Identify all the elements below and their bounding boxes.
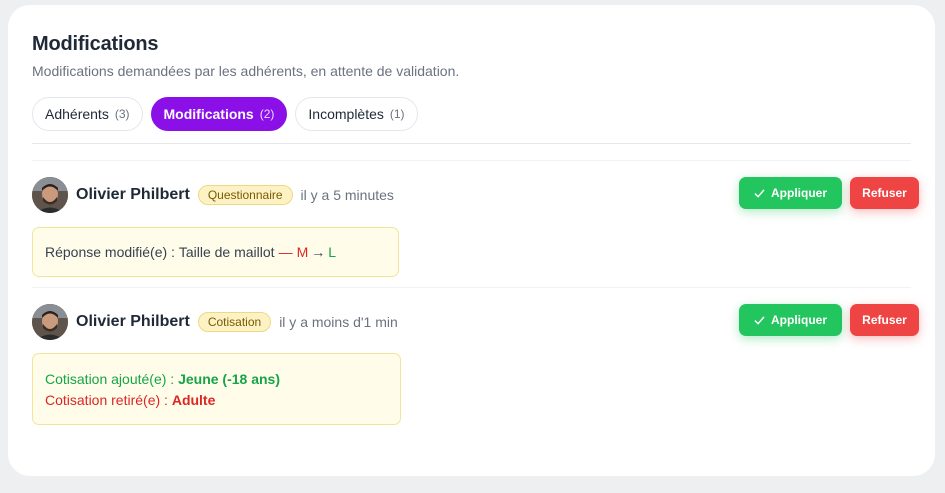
tab-count: (3) xyxy=(114,107,130,121)
change-box: Cotisation ajouté(e) : Jeune (-18 ans) C… xyxy=(32,353,401,425)
refuse-button[interactable]: Refuser xyxy=(850,177,919,209)
change-box: Réponse modifié(e) : Taille de maillot —… xyxy=(32,227,399,277)
timestamp: il y a 5 minutes xyxy=(300,187,394,203)
removed-line: Cotisation retiré(e) : Adulte xyxy=(45,392,388,408)
tab-label: Modifications xyxy=(163,106,254,122)
tab-count: (2) xyxy=(259,107,275,121)
change-prefix: Réponse modifié(e) : xyxy=(45,244,179,260)
refuse-label: Refuser xyxy=(862,186,907,200)
page-title: Modifications xyxy=(32,33,159,55)
tab-modifications[interactable]: Modifications (2) xyxy=(150,97,288,131)
added-prefix: Cotisation ajouté(e) : xyxy=(45,370,179,387)
refuse-button[interactable]: Refuser xyxy=(850,304,919,336)
refuse-label: Refuser xyxy=(862,313,907,327)
divider xyxy=(32,160,911,161)
divider xyxy=(32,287,911,288)
tab-label: Incomplètes xyxy=(308,106,384,122)
avatar xyxy=(32,304,68,340)
removed-value: Adulte xyxy=(171,391,216,408)
check-icon xyxy=(754,316,765,324)
timestamp: il y a moins d'1 min xyxy=(279,314,398,330)
divider xyxy=(32,143,911,144)
page-subtitle: Modifications demandées par les adhérent… xyxy=(32,63,460,79)
category-badge: Cotisation xyxy=(197,312,272,332)
removed-prefix: Cotisation retiré(e) : xyxy=(45,391,172,408)
tab-label: Adhérents xyxy=(45,106,109,122)
tab-adherents[interactable]: Adhérents (3) xyxy=(32,97,143,131)
apply-button[interactable]: Appliquer xyxy=(739,177,842,209)
member-name[interactable]: Olivier Philbert xyxy=(76,186,190,204)
request-actions: Appliquer Refuser xyxy=(739,177,919,209)
arrow-icon: → xyxy=(311,244,326,260)
new-value: L xyxy=(328,244,337,260)
apply-label: Appliquer xyxy=(771,186,827,200)
apply-button[interactable]: Appliquer xyxy=(739,304,842,336)
added-value: Jeune (-18 ans) xyxy=(178,370,281,387)
category-badge: Questionnaire xyxy=(197,185,293,205)
tab-bar: Adhérents (3) Modifications (2) Incomplè… xyxy=(32,97,418,131)
old-value: M xyxy=(296,244,309,260)
added-line: Cotisation ajouté(e) : Jeune (-18 ans) xyxy=(45,371,388,387)
check-icon xyxy=(754,189,765,197)
change-dash: — xyxy=(278,244,293,260)
request-item: Olivier Philbert Questionnaire il y a 5 … xyxy=(32,177,919,277)
tab-incompletes[interactable]: Incomplètes (1) xyxy=(295,97,418,131)
request-actions: Appliquer Refuser xyxy=(739,304,919,336)
request-item: Olivier Philbert Cotisation il y a moins… xyxy=(32,304,919,425)
member-name[interactable]: Olivier Philbert xyxy=(76,313,190,331)
tab-count: (1) xyxy=(389,107,405,121)
modifications-card: Modifications Modifications demandées pa… xyxy=(8,5,935,476)
apply-label: Appliquer xyxy=(771,313,827,327)
avatar xyxy=(32,177,68,213)
change-field: Taille de maillot xyxy=(178,244,275,260)
